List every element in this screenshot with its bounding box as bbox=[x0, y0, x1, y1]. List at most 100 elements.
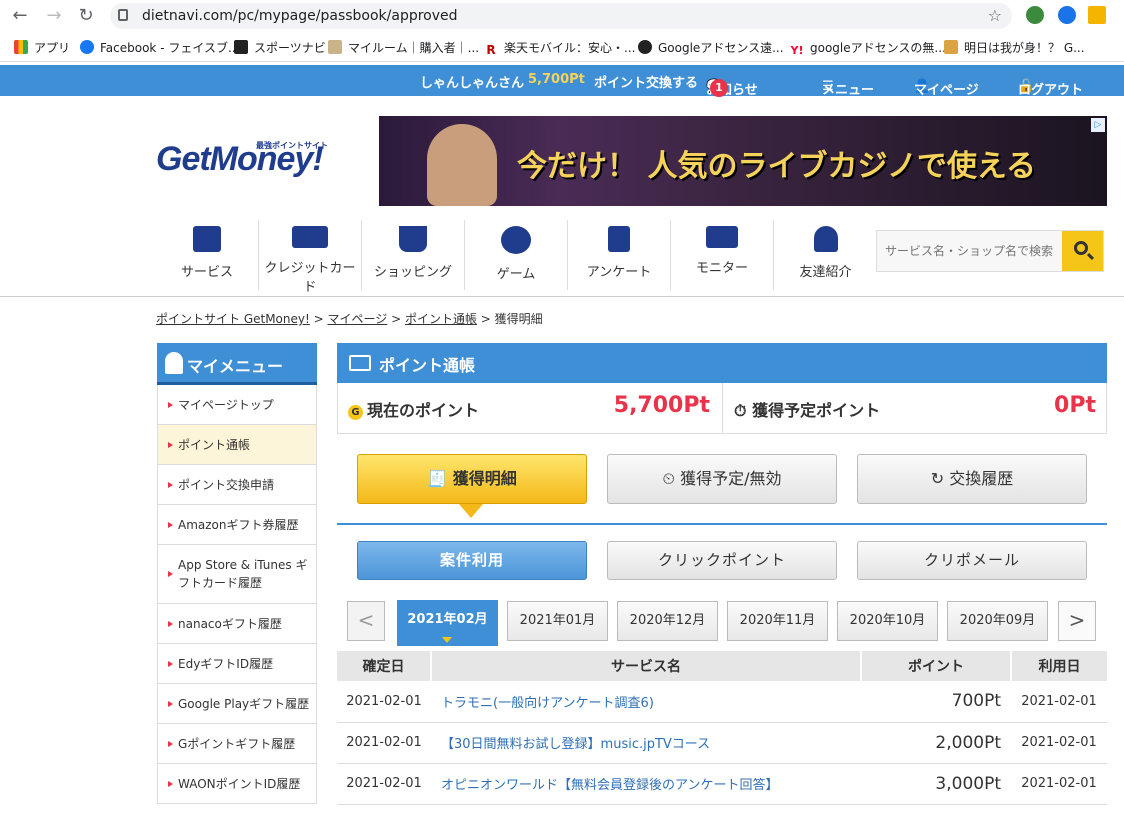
category-label: 友達紹介 bbox=[799, 265, 852, 280]
subtab-case-usage[interactable]: 案件利用 bbox=[357, 541, 587, 580]
prev-month-button[interactable]: < bbox=[347, 601, 385, 641]
column-header: 確定日 bbox=[337, 651, 432, 681]
tab-exchange-history[interactable]: ↻ 交換履歴 bbox=[857, 454, 1087, 504]
pending-points-value: 0Pt bbox=[1054, 393, 1096, 418]
tab-earned[interactable]: 🧾 獲得明細 bbox=[357, 454, 587, 504]
service-link[interactable]: トラモニ(一般向けアンケート調査6) bbox=[431, 681, 861, 723]
breadcrumb-home[interactable]: ポイントサイト GetMoney! bbox=[156, 312, 310, 326]
bookmark-item[interactable]: 明日は我が身！？ G... bbox=[944, 39, 1085, 56]
category-service[interactable]: サービス bbox=[156, 220, 259, 290]
apps-icon bbox=[14, 40, 28, 54]
bookmark-item[interactable]: スポーツナビ bbox=[234, 39, 326, 56]
month-tab[interactable]: 2021年01月 bbox=[507, 601, 608, 641]
bookmark-item[interactable]: Facebook - フェイスブ... bbox=[80, 39, 239, 56]
bookmark-item[interactable]: マイルーム｜購入者｜... bbox=[328, 39, 479, 56]
month-tab[interactable]: 2021年02月 bbox=[397, 600, 498, 646]
subtab-click-point[interactable]: クリックポイント bbox=[607, 541, 837, 580]
sidebar-item-gpoint[interactable]: Gポイントギフト履歴 bbox=[157, 724, 317, 764]
sidebar-item-amazon[interactable]: Amazonギフト券履歴 bbox=[157, 505, 317, 545]
pending-points-label: ⏱ 獲得予定ポイント bbox=[734, 397, 880, 421]
breadcrumb: ポイントサイト GetMoney! > マイページ > ポイント通帳 > 獲得明… bbox=[156, 312, 543, 326]
month-tab[interactable]: 2020年12月 bbox=[617, 601, 718, 641]
current-points-label: G 現在のポイント bbox=[348, 397, 479, 421]
extension-icon[interactable] bbox=[1088, 6, 1106, 24]
menu-label: メニュー bbox=[822, 83, 875, 98]
category-credit-card[interactable]: クレジットカード bbox=[259, 220, 362, 295]
bookmark-item[interactable]: Y! googleアドセンスの無... bbox=[790, 39, 946, 58]
current-points-value: 5,700Pt bbox=[613, 393, 710, 418]
credit-card-icon bbox=[292, 226, 328, 248]
url-text: dietnavi.com/pc/mypage/passbook/approved bbox=[142, 8, 458, 24]
bookmark-label: googleアドセンスの無... bbox=[810, 41, 946, 55]
bookmark-item[interactable]: Googleアドセンス遠... bbox=[638, 39, 784, 56]
sidebar-item-waon[interactable]: WAONポイントID履歴 bbox=[157, 764, 317, 804]
star-icon[interactable]: ☆ bbox=[988, 6, 1002, 25]
breadcrumb-passbook[interactable]: ポイント通帳 bbox=[405, 312, 477, 326]
exchange-link[interactable]: ポイント交換する bbox=[594, 72, 698, 91]
category-label: サービス bbox=[180, 265, 233, 280]
month-tab[interactable]: 2020年11月 bbox=[727, 601, 828, 641]
forward-icon[interactable]: → bbox=[42, 4, 66, 28]
next-month-button[interactable]: > bbox=[1058, 601, 1096, 641]
back-icon[interactable]: ← bbox=[8, 4, 32, 28]
bookmark-item[interactable]: R 楽天モバイル：安心・... bbox=[484, 39, 635, 57]
points-cell: 2,000Pt bbox=[861, 722, 1011, 764]
table-row: 2021-02-01 【30日間無料お試し登録】music.jpTVコース 2,… bbox=[337, 722, 1107, 764]
category-shopping[interactable]: ショッピング bbox=[362, 220, 465, 290]
ad-banner[interactable]: 今だけ！ 人気のライブカジノで使える ▷ bbox=[379, 116, 1107, 206]
bookmark-label: 楽天モバイル：安心・... bbox=[504, 41, 636, 55]
category-label: ショッピング bbox=[373, 265, 452, 280]
category-game[interactable]: ゲーム bbox=[465, 220, 568, 290]
tab-underline bbox=[337, 523, 1107, 525]
ad-info-icon[interactable]: ▷ bbox=[1091, 118, 1105, 132]
subtab-clipo-mail[interactable]: クリポメール bbox=[857, 541, 1087, 580]
sidebar-item-mypage-top[interactable]: マイページトップ bbox=[157, 385, 317, 425]
bookmark-label: Googleアドセンス遠... bbox=[658, 41, 784, 55]
bookmark-label: Facebook - フェイスブ... bbox=[100, 41, 240, 55]
yahoo-icon: Y! bbox=[790, 44, 804, 58]
sidebar-item-google-play[interactable]: Google Playギフト履歴 bbox=[157, 684, 317, 724]
table-row: 2021-02-01 オピニオンワールド【無料会員登録後のアンケート回答】 3,… bbox=[337, 763, 1107, 805]
sidebar-title-text: マイメニュー bbox=[187, 357, 284, 376]
category-label: ゲーム bbox=[496, 267, 536, 282]
divider bbox=[0, 296, 1124, 297]
category-survey[interactable]: アンケート bbox=[568, 220, 671, 290]
sidebar-item-edy[interactable]: EdyギフトID履歴 bbox=[157, 644, 317, 684]
tab-label: 交換履歴 bbox=[949, 469, 1014, 488]
category-invite[interactable]: 友達紹介 bbox=[774, 220, 877, 290]
sidebar-item-itunes[interactable]: App Store & iTunes ギフトカード履歴 bbox=[157, 545, 317, 604]
category-monitor[interactable]: モニター bbox=[671, 220, 774, 290]
active-tab-arrow bbox=[459, 504, 483, 518]
pending-points-text: 獲得予定ポイント bbox=[752, 401, 881, 420]
divider bbox=[722, 383, 723, 433]
sidebar-item-exchange[interactable]: ポイント交換申請 bbox=[157, 465, 317, 505]
column-header: ポイント bbox=[861, 651, 1012, 681]
sidebar-item-label: WAONポイントID履歴 bbox=[178, 776, 301, 791]
user-menu-icon bbox=[165, 352, 183, 374]
breadcrumb-mypage[interactable]: マイページ bbox=[328, 312, 388, 326]
month-tab[interactable]: 2020年09月 bbox=[947, 601, 1048, 641]
passbook-header: ポイント通帳 bbox=[337, 343, 1107, 383]
game-coin-icon bbox=[501, 226, 531, 254]
sidebar-item-nanaco[interactable]: nanacoギフト履歴 bbox=[157, 604, 317, 644]
category-label: モニター bbox=[695, 261, 748, 276]
category-label: クレジットカード bbox=[264, 261, 356, 295]
extension-icon[interactable] bbox=[1058, 6, 1076, 24]
site-logo[interactable]: GetMoney! bbox=[156, 140, 324, 179]
facebook-icon bbox=[80, 40, 94, 54]
bookmark-item[interactable]: アプリ bbox=[14, 39, 70, 56]
service-link[interactable]: オピニオンワールド【無料会員登録後のアンケート回答】 bbox=[431, 763, 861, 805]
sidebar-title: マイメニュー bbox=[157, 343, 317, 385]
service-link[interactable]: 【30日間無料お試し登録】music.jpTVコース bbox=[431, 722, 861, 764]
use-date: 2021-02-01 bbox=[1011, 763, 1107, 805]
search-button[interactable] bbox=[1062, 231, 1103, 271]
address-bar[interactable]: dietnavi.com/pc/mypage/passbook/approved… bbox=[110, 3, 1012, 29]
search-input[interactable] bbox=[877, 231, 1063, 271]
tab-pending[interactable]: ⏲ 獲得予定/無効 bbox=[607, 454, 837, 504]
month-tab[interactable]: 2020年10月 bbox=[837, 601, 938, 641]
bookmark-label: アプリ bbox=[34, 41, 71, 55]
sidebar-item-passbook[interactable]: ポイント通帳 bbox=[157, 425, 317, 465]
reload-icon[interactable]: ↻ bbox=[74, 4, 98, 28]
site-topbar: しゃんしゃんさん 5,700Pt ポイント交換する 💬お知らせ1 ☰メニュー 👤… bbox=[0, 65, 1124, 98]
extension-icon[interactable] bbox=[1026, 6, 1044, 24]
